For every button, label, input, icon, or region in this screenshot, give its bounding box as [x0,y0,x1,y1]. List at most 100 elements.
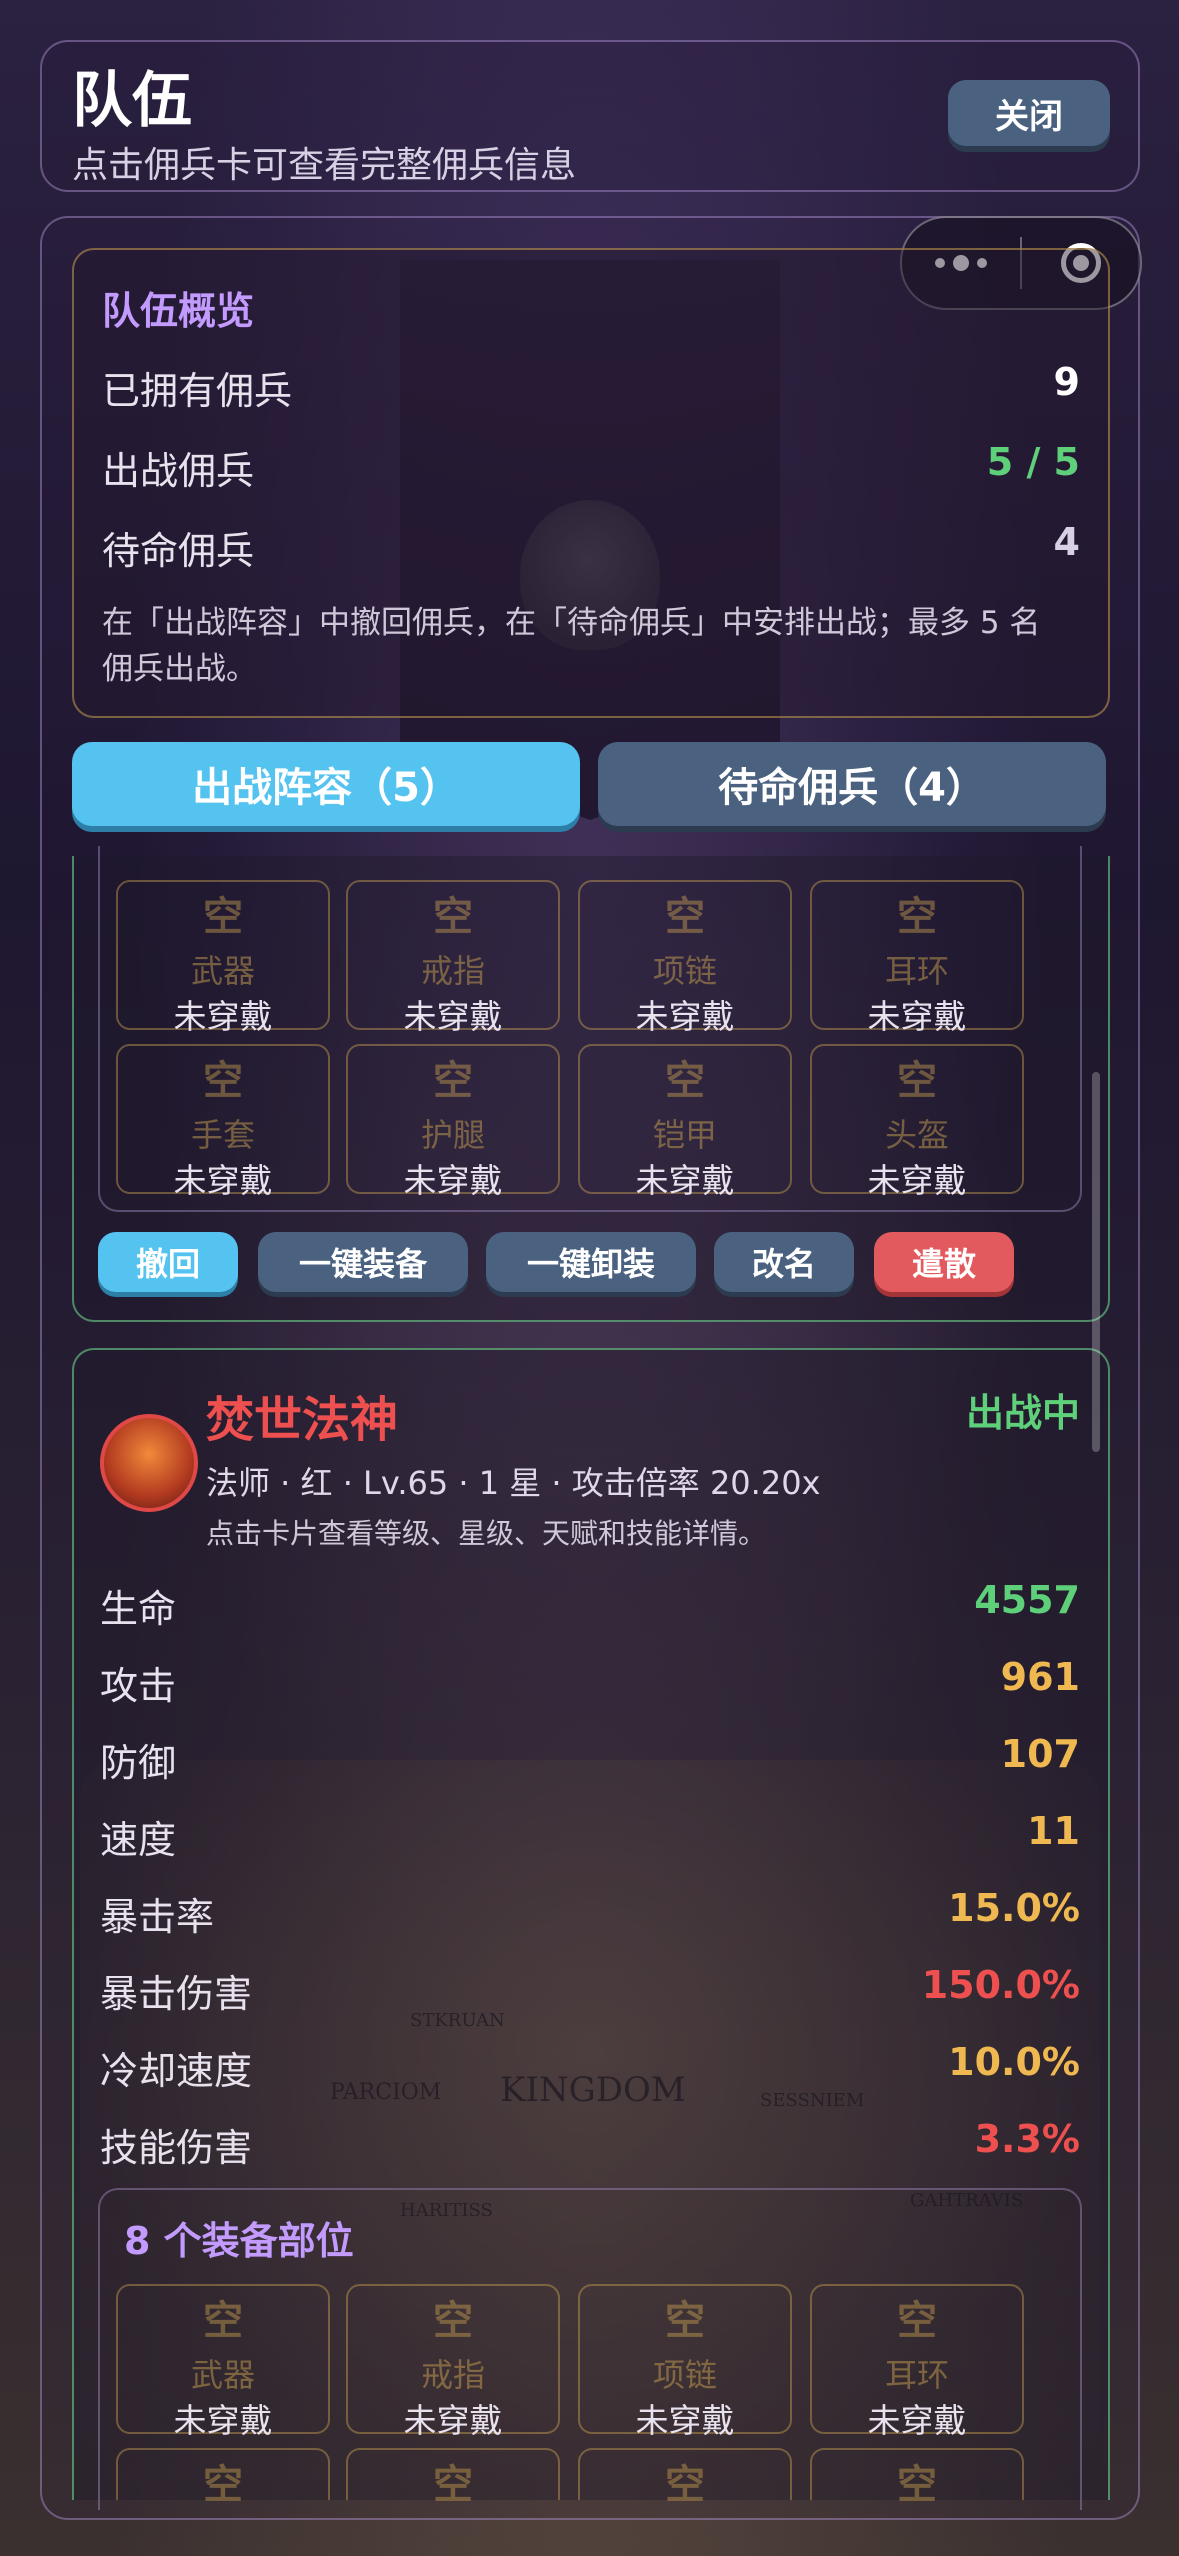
slot-status: 未穿戴 [173,997,273,1036]
stat-label: 技能伤害 [100,2126,253,2170]
stat-label: 速度 [100,1818,177,1862]
stat-row-cooldown: 冷却速度 10.0% [100,2040,1080,2095]
stat-label: 暴击伤害 [100,1972,253,2016]
close-button[interactable]: 关闭 [948,80,1110,146]
slot-name: 手套 [190,1116,255,1154]
overview-label: 出战佣兵 [102,449,255,493]
empty-slot-icon: 空 [897,894,937,940]
equip-slot-leggings[interactable]: 空 护腿 未穿戴 [346,1044,560,1200]
empty-slot-icon: 空 [665,1058,705,1104]
equip-slot-earring[interactable]: 空 耳环 未穿戴 [810,880,1024,1036]
empty-slot-icon: 空 [433,894,473,940]
dismiss-button[interactable]: 遣散 [874,1232,1014,1292]
stat-value: 11 [1027,1809,1080,1853]
slot-name: 项链 [652,952,717,990]
equip-slot-weapon[interactable]: 空 武器 未穿戴 [116,2284,330,2440]
stat-row-crit-rate: 暴击率 15.0% [100,1886,1080,1941]
stat-value: 961 [1000,1655,1080,1699]
stat-label: 暴击率 [100,1895,215,1939]
mercenary-avatar [100,1414,198,1512]
equip-slot-earring[interactable]: 空 耳环 未穿戴 [810,2284,1024,2440]
mercenary-name: 焚世法神 [206,1392,399,1448]
overview-label: 已拥有佣兵 [102,369,293,413]
slot-name: 护腿 [420,1116,485,1154]
equip-slot-necklace[interactable]: 空 项链 未穿戴 [578,2284,792,2440]
slot-status: 未穿戴 [867,1161,967,1200]
stat-value: 15.0% [948,1886,1080,1930]
mercenary-meta: 法师 · 红 · Lv.65 · 1 星 · 攻击倍率 20.20x [206,1464,821,1502]
recall-button[interactable]: 撤回 [98,1232,238,1292]
slot-status: 未穿戴 [173,2401,273,2440]
equip-slot-leggings[interactable]: 空 [346,2448,560,2508]
equip-slot-helmet[interactable]: 空 [810,2448,1024,2508]
tab-deployed-lineup[interactable]: 出战阵容（5） [72,742,580,826]
page-title: 队伍 [72,66,192,136]
empty-slot-icon: 空 [203,2462,243,2508]
overview-title: 队伍概览 [102,289,255,333]
equip-slot-armor[interactable]: 空 铠甲 未穿戴 [578,1044,792,1200]
slot-status: 未穿戴 [635,997,735,1036]
slot-name: 耳环 [884,952,949,990]
slot-status: 未穿戴 [173,1161,273,1200]
stat-value: 10.0% [948,2040,1080,2084]
equip-slot-weapon[interactable]: 空 武器 未穿戴 [116,880,330,1036]
overview-row-standby: 待命佣兵 4 [102,520,1080,575]
slot-status: 未穿戴 [403,997,503,1036]
stat-value: 3.3% [974,2117,1080,2161]
equip-slot-gloves[interactable]: 空 手套 未穿戴 [116,1044,330,1200]
stat-row-speed: 速度 11 [100,1809,1080,1864]
stat-row-crit-damage: 暴击伤害 150.0% [100,1963,1080,2018]
empty-slot-icon: 空 [203,894,243,940]
stat-row-attack: 攻击 961 [100,1655,1080,1710]
stat-label: 防御 [100,1741,177,1785]
stat-value: 107 [1000,1732,1080,1776]
stat-label: 攻击 [100,1664,177,1708]
equip-all-button[interactable]: 一键装备 [258,1232,468,1292]
empty-slot-icon: 空 [665,2298,705,2344]
slot-name: 耳环 [884,2356,949,2394]
empty-slot-icon: 空 [203,2298,243,2344]
rename-button[interactable]: 改名 [714,1232,854,1292]
slot-name: 戒指 [420,952,485,990]
equip-slot-ring[interactable]: 空 戒指 未穿戴 [346,2284,560,2440]
overview-row-owned: 已拥有佣兵 9 [102,360,1080,415]
slot-status: 未穿戴 [403,1161,503,1200]
equipment-title: 8 个装备部位 [124,2219,354,2263]
slot-name: 戒指 [420,2356,485,2394]
stat-label: 冷却速度 [100,2049,253,2093]
slot-name: 武器 [190,952,255,990]
empty-slot-icon: 空 [433,1058,473,1104]
stat-row-skill-damage: 技能伤害 3.3% [100,2117,1080,2172]
overview-row-deployed: 出战佣兵 5 / 5 [102,440,1080,495]
slot-status: 未穿戴 [867,2401,967,2440]
slot-status: 未穿戴 [867,997,967,1036]
deploy-status-badge: 出战中 [965,1391,1080,1435]
tab-standby-mercenaries[interactable]: 待命佣兵（4） [598,742,1106,826]
empty-slot-icon: 空 [897,2298,937,2344]
unequip-all-button[interactable]: 一键卸装 [486,1232,696,1292]
equip-slot-helmet[interactable]: 空 头盔 未穿戴 [810,1044,1024,1200]
equip-slot-necklace[interactable]: 空 项链 未穿戴 [578,880,792,1036]
overview-value: 4 [1053,520,1080,564]
mercenary-card[interactable]: 焚世法神 出战中 法师 · 红 · Lv.65 · 1 星 · 攻击倍率 20.… [72,1348,1110,2510]
equip-slot-armor[interactable]: 空 [578,2448,792,2508]
empty-slot-icon: 空 [665,2462,705,2508]
overview-label: 待命佣兵 [102,529,255,573]
stat-row-hp: 生命 4557 [100,1578,1080,1633]
slot-status: 未穿戴 [635,2401,735,2440]
scrollbar[interactable] [1092,1072,1100,1452]
empty-slot-icon: 空 [433,2462,473,2508]
equip-slot-gloves[interactable]: 空 [116,2448,330,2508]
stat-value: 4557 [974,1578,1080,1622]
slot-status: 未穿戴 [403,2401,503,2440]
slot-name: 铠甲 [652,1116,717,1154]
overview-note: 在「出战阵容」中撤回佣兵，在「待命佣兵」中安排出战；最多 5 名佣兵出战。 [102,605,1041,687]
stat-value: 150.0% [921,1963,1080,2007]
slot-name: 武器 [190,2356,255,2394]
empty-slot-icon: 空 [203,1058,243,1104]
slot-status: 未穿戴 [635,1161,735,1200]
stat-label: 生命 [100,1587,177,1631]
overview-value: 5 / 5 [986,440,1080,484]
overview-value: 9 [1053,360,1080,404]
equip-slot-ring[interactable]: 空 戒指 未穿戴 [346,880,560,1036]
